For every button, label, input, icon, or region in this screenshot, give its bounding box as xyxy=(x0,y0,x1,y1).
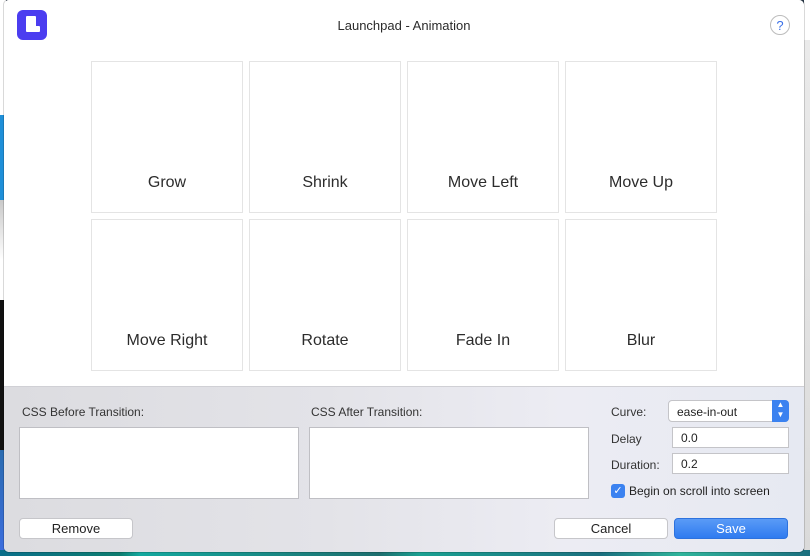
tile-label: Shrink xyxy=(302,174,348,191)
animation-tile-move-up[interactable]: Move Up xyxy=(565,61,717,213)
tile-label: Move Right xyxy=(126,332,208,349)
save-button[interactable]: Save xyxy=(674,518,788,539)
duration-label: Duration: xyxy=(611,458,660,472)
cancel-button[interactable]: Cancel xyxy=(554,518,668,539)
animation-tile-move-left[interactable]: Move Left xyxy=(407,61,559,213)
scroll-checkbox[interactable]: ✓ xyxy=(611,484,625,498)
tile-label: Move Left xyxy=(447,174,519,191)
question-mark-icon: ? xyxy=(776,18,784,33)
css-before-label: CSS Before Transition: xyxy=(22,405,145,419)
settings-panel: CSS Before Transition: CSS After Transit… xyxy=(4,386,804,552)
help-button[interactable]: ? xyxy=(770,15,790,35)
checkmark-icon: ✓ xyxy=(613,485,623,497)
animation-tile-grow[interactable]: Grow xyxy=(91,61,243,213)
delay-label: Delay xyxy=(611,432,642,446)
animation-tile-fade-in[interactable]: Fade In xyxy=(407,219,559,371)
animation-tile-blur[interactable]: Blur xyxy=(565,219,717,371)
delay-field[interactable]: 0.0 xyxy=(672,427,789,448)
tile-label: Blur xyxy=(626,332,656,349)
background-strip-right xyxy=(804,0,810,556)
animation-dialog: Launchpad - Animation ? Grow Shrink Move… xyxy=(4,0,804,552)
up-down-chevron-icon: ▲ ▼ xyxy=(772,400,789,422)
animation-tile-rotate[interactable]: Rotate xyxy=(249,219,401,371)
title-bar: Launchpad - Animation ? xyxy=(4,0,804,48)
scroll-checkbox-label[interactable]: Begin on scroll into screen xyxy=(629,484,770,498)
animation-tile-move-right[interactable]: Move Right xyxy=(91,219,243,371)
curve-select[interactable]: ease-in-out ▲ ▼ xyxy=(668,400,789,422)
animation-grid: Grow Shrink Move Left Move Up Move Right… xyxy=(91,61,721,371)
animation-tile-shrink[interactable]: Shrink xyxy=(249,61,401,213)
css-after-label: CSS After Transition: xyxy=(311,405,423,419)
window-title: Launchpad - Animation xyxy=(337,18,471,33)
tile-label: Move Up xyxy=(608,174,674,191)
css-before-textarea[interactable] xyxy=(19,427,299,499)
tile-label: Grow xyxy=(147,174,187,191)
remove-button[interactable]: Remove xyxy=(19,518,133,539)
curve-selected-value: ease-in-out xyxy=(677,405,738,419)
duration-field[interactable]: 0.2 xyxy=(672,453,789,474)
curve-label: Curve: xyxy=(611,405,647,419)
tile-label: Fade In xyxy=(455,332,511,349)
tile-label: Rotate xyxy=(301,332,349,349)
css-after-textarea[interactable] xyxy=(309,427,589,499)
